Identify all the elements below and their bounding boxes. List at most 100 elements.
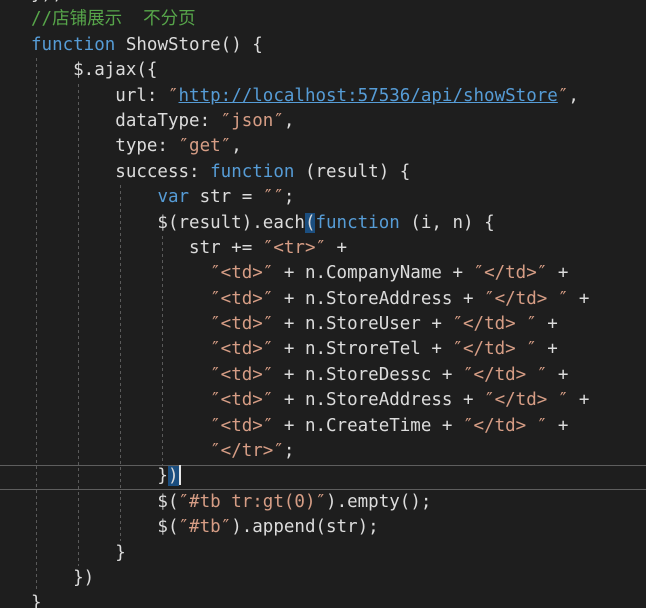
code-token: function (31, 34, 116, 55)
code-token: ″<tr>″ (262, 237, 327, 258)
code-token: + (568, 288, 590, 309)
code-token: $.ajax({ (31, 60, 158, 81)
code-line[interactable]: }) (31, 464, 589, 489)
code-token: ″<td>″ (210, 314, 274, 335)
code-line[interactable]: $.ajax({ (31, 58, 589, 83)
code-token: $( (31, 491, 179, 512)
code-token: function (315, 212, 400, 233)
code-token: ″<td>″ (210, 390, 274, 411)
code-token: + n.StoreDessc + (273, 364, 463, 385)
code-token: ″json″ (220, 110, 284, 131)
code-token: + (547, 263, 569, 284)
code-token: ″</td> ″ (484, 288, 569, 309)
code-token: ″</td> ″ (484, 390, 569, 411)
code-token: + (568, 390, 590, 411)
url-link[interactable]: http://localhost:57536/api/showStore (179, 86, 558, 106)
text-cursor (178, 465, 181, 486)
code-token: ″ (167, 85, 179, 106)
code-line[interactable]: var str = ″″; (31, 185, 589, 210)
code-token: }) (31, 567, 95, 588)
code-token: ″</tr>″ (210, 441, 284, 462)
code-token: ).empty(); (326, 491, 432, 512)
code-token: (result) { (294, 161, 411, 182)
code-token: var (157, 187, 190, 208)
code-line[interactable]: ″<td>″ + n.CompanyName + ″</td>″ + (31, 261, 589, 286)
code-line[interactable]: ″</tr>″; (31, 439, 589, 464)
code-token: } (31, 466, 168, 487)
code-token: ″<td>″ (210, 364, 274, 385)
code-token: ″#tb″ (178, 517, 232, 538)
code-token: + (536, 339, 558, 360)
code-line[interactable]: ″<td>″ + n.StoreDessc + ″</td> ″ + (31, 363, 589, 388)
code-token: type: (31, 136, 179, 157)
code-token: } (31, 542, 126, 563)
code-token: success: (31, 161, 211, 182)
code-token: ; (283, 441, 295, 462)
code-line[interactable]: ″<td>″ + n.StroreTel + ″</td> ″ + (31, 337, 589, 362)
code-token: url: (31, 85, 168, 106)
code-token: ″</td>″ (473, 263, 548, 284)
code-line[interactable]: //店铺展示 不分页 (31, 7, 589, 32)
code-line[interactable]: type: ″get″, (31, 134, 589, 159)
code-line[interactable]: dataType: ″json″, (31, 109, 589, 134)
code-token: }); (31, 0, 63, 4)
code-token: //店铺展示 不分页 (31, 9, 196, 30)
code-token: , (231, 136, 242, 157)
code-token: + n.StoreAddress + (273, 390, 485, 411)
code-token: + n.StoreUser + (273, 314, 453, 335)
code-token: + (326, 237, 348, 258)
code-token: ″</td> ″ (452, 339, 537, 360)
code-token: , (283, 110, 295, 131)
code-token: $( (31, 517, 179, 538)
code-token: ″get″ (178, 136, 232, 157)
code-token: ″</td> ″ (463, 364, 548, 385)
code-token: (i, n) { (399, 212, 495, 233)
code-token: ″#tb tr:gt(0)″ (178, 491, 327, 512)
matched-brace: ) (167, 466, 179, 487)
code-line[interactable]: } (31, 541, 589, 566)
code-editor[interactable]: }); //店铺展示 不分页 function ShowStore() { $.aj… (0, 0, 646, 608)
code-line[interactable]: } (31, 591, 589, 608)
code-token: ″<td>″ (210, 339, 274, 360)
code-token: ″</td> ″ (463, 415, 548, 436)
code-token: ″</td> ″ (452, 314, 537, 335)
code-token: + (547, 364, 569, 385)
code-token: + n.StroreTel + (273, 339, 453, 360)
code-token: } (31, 593, 42, 608)
code-token: $(result).each (31, 212, 305, 233)
code-line[interactable]: ″<td>″ + n.StoreUser + ″</td> ″ + (31, 312, 589, 337)
code-token: ″<td>″ (210, 263, 274, 284)
code-token: ″<td>″ (210, 288, 274, 309)
code-line[interactable]: url: ″http://localhost:57536/api/showSto… (31, 84, 589, 109)
code-line[interactable]: }); (31, 0, 589, 7)
code-token: function (210, 161, 295, 182)
code-line[interactable]: function ShowStore() { (31, 33, 589, 58)
code-token: ).append(str); (231, 517, 379, 538)
code-area[interactable]: }); //店铺展示 不分页 function ShowStore() { $.aj… (31, 0, 589, 608)
code-line[interactable]: ″<td>″ + n.StoreAddress + ″</td> ″ + (31, 287, 589, 312)
code-line[interactable]: ″<td>″ + n.StoreAddress + ″</td> ″ + (31, 388, 589, 413)
matched-brace: ( (304, 212, 316, 233)
code-line[interactable]: $(″#tb″).append(str); (31, 515, 589, 540)
code-token: dataType: (31, 110, 221, 131)
code-token: + n.CompanyName + (273, 263, 474, 284)
code-token: + n.StoreAddress + (273, 288, 485, 309)
code-line[interactable]: success: function (result) { (31, 160, 589, 185)
code-line[interactable]: }) (31, 566, 589, 591)
code-line[interactable]: ″<td>″ + n.CreateTime + ″</td> ″ + (31, 414, 589, 439)
code-token: ″″ (262, 187, 284, 208)
code-token: ″<td>″ (210, 415, 274, 436)
code-line[interactable]: $(″#tb tr:gt(0)″).empty(); (31, 490, 589, 515)
code-line[interactable]: $(result).each(function (i, n) { (31, 211, 589, 236)
code-token: str += (31, 237, 263, 258)
code-line[interactable]: str += ″<tr>″ + (31, 236, 589, 261)
